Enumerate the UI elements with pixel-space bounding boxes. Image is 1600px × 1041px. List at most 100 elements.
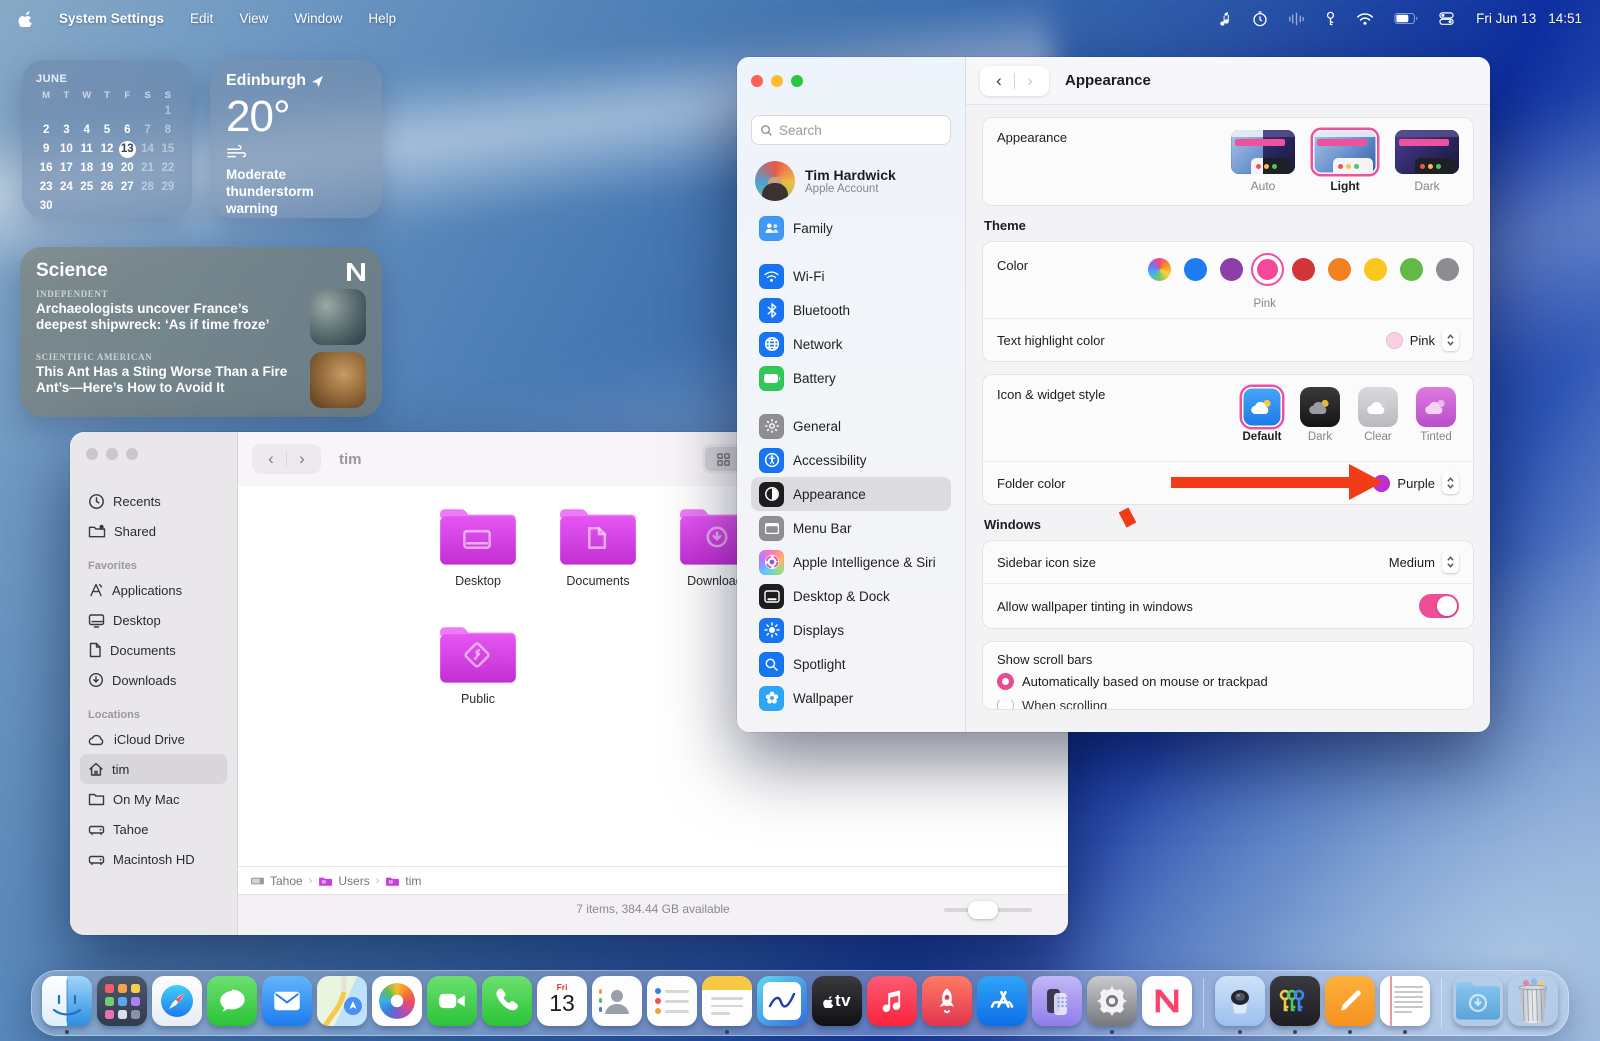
sidebar-item-applications[interactable]: Applications xyxy=(80,575,227,605)
settings-sidebar-item-appearance[interactable]: Appearance xyxy=(751,477,951,511)
appearance-option-auto[interactable]: Auto xyxy=(1231,130,1295,193)
theme-color-multicolor[interactable] xyxy=(1148,258,1171,281)
path-item-tim[interactable]: tim xyxy=(385,874,421,888)
dock-icon-phone[interactable] xyxy=(482,975,532,1031)
sidebar-item-recents[interactable]: Recents xyxy=(80,486,227,516)
menu-help[interactable]: Help xyxy=(368,11,396,26)
sidebar-item-tahoe[interactable]: Tahoe xyxy=(80,814,227,844)
settings-back-button[interactable]: ‹ xyxy=(984,71,1014,91)
dock-icon-iphone-mirroring[interactable] xyxy=(1032,975,1082,1031)
scrollbars-option-when-scrolling[interactable]: When scrolling xyxy=(983,700,1473,709)
dock-icon-settings[interactable] xyxy=(1087,975,1137,1031)
settings-sidebar-item-battery[interactable]: Battery xyxy=(751,361,951,395)
dock-icon-freeform[interactable] xyxy=(757,975,807,1031)
calendar-widget[interactable]: JUNE MTWTFSS1234567891011121314151617181… xyxy=(22,60,192,218)
wallpaper-tinting-toggle[interactable] xyxy=(1419,594,1459,618)
settings-sidebar-item-desktop-dock[interactable]: Desktop & Dock xyxy=(751,579,951,613)
theme-color-purple[interactable] xyxy=(1220,258,1243,281)
settings-sidebar-item-general[interactable]: General xyxy=(751,409,951,443)
finder-folder-public[interactable]: Public xyxy=(426,622,530,706)
menu-window[interactable]: Window xyxy=(294,11,342,26)
settings-sidebar-item-accessibility[interactable]: Accessibility xyxy=(751,443,951,477)
dock-icon-reminders[interactable] xyxy=(647,975,697,1031)
dock-icon-safari[interactable] xyxy=(152,975,202,1031)
sidebar-item-on-my-mac[interactable]: On My Mac xyxy=(80,784,227,814)
voice-menu-icon[interactable] xyxy=(1288,10,1305,28)
appearance-option-light[interactable]: Light xyxy=(1313,130,1377,193)
sidebar-item-downloads[interactable]: Downloads xyxy=(80,665,227,695)
dock-icon-launchpad[interactable] xyxy=(97,975,147,1031)
dock-icon-textedit[interactable] xyxy=(1380,975,1430,1031)
menu-time[interactable]: 14:51 xyxy=(1548,11,1582,26)
settings-sidebar-item-wi-fi[interactable]: Wi-Fi xyxy=(751,259,951,293)
scrollbars-option-auto[interactable]: Automatically based on mouse or trackpad xyxy=(983,671,1473,700)
menu-system-settings[interactable]: System Settings xyxy=(59,11,164,26)
icon-style-option-tinted[interactable]: Tinted xyxy=(1413,387,1459,443)
menu-view[interactable]: View xyxy=(239,11,268,26)
finder-folder-documents[interactable]: Documents xyxy=(546,504,650,588)
dock-icon-games[interactable] xyxy=(922,975,972,1031)
settings-sidebar-item-apple-intelligence-siri[interactable]: Apple Intelligence & Siri xyxy=(751,545,951,579)
icon-style-option-clear[interactable]: Clear xyxy=(1355,387,1401,443)
appearance-option-dark[interactable]: Dark xyxy=(1395,130,1459,193)
icon-size-slider[interactable] xyxy=(944,908,1032,912)
path-item-users[interactable]: Users xyxy=(318,874,369,888)
theme-color-orange[interactable] xyxy=(1328,258,1351,281)
highlight-color-control[interactable]: Pink xyxy=(1386,329,1459,351)
settings-traffic-lights[interactable] xyxy=(751,75,951,87)
music-menu-icon[interactable] xyxy=(1219,10,1232,28)
dock-icon-appstore[interactable] xyxy=(977,975,1027,1031)
theme-color-green[interactable] xyxy=(1400,258,1423,281)
dock-icon-trash[interactable] xyxy=(1508,975,1558,1031)
sidebar-item-macintosh-hd[interactable]: Macintosh HD xyxy=(80,844,227,874)
key-menu-icon[interactable] xyxy=(1325,10,1336,28)
settings-search-field[interactable]: Search xyxy=(751,115,951,145)
settings-sidebar-item-displays[interactable]: Displays xyxy=(751,613,951,647)
finder-back-button[interactable]: ‹ xyxy=(256,449,286,469)
dock-icon-contacts[interactable] xyxy=(592,975,642,1031)
sidebar-size-control[interactable]: Medium xyxy=(1389,551,1459,573)
dock-icon-music[interactable] xyxy=(867,975,917,1031)
dock-icon-mail[interactable] xyxy=(262,975,312,1031)
highlight-stepper[interactable] xyxy=(1442,329,1459,351)
sidebar-item-documents[interactable]: Documents xyxy=(80,635,227,665)
dock-icon-news[interactable] xyxy=(1142,975,1192,1031)
settings-sidebar-item-spotlight[interactable]: Spotlight xyxy=(751,647,951,681)
dock-icon-notes[interactable] xyxy=(702,975,752,1031)
theme-color-yellow[interactable] xyxy=(1364,258,1387,281)
news-story[interactable]: SCIENTIFIC AMERICAN This Ant Has a Sting… xyxy=(36,352,366,408)
news-story[interactable]: INDEPENDENT Archaeologists uncover Franc… xyxy=(36,289,366,345)
settings-sidebar-item-network[interactable]: Network xyxy=(751,327,951,361)
dock-icon-preview[interactable] xyxy=(1215,975,1265,1031)
view-grid-button[interactable] xyxy=(705,447,741,471)
finder-folder-desktop[interactable]: Desktop xyxy=(426,504,530,588)
settings-sidebar-item-bluetooth[interactable]: Bluetooth xyxy=(751,293,951,327)
weather-widget[interactable]: Edinburgh 20° Moderate thunderstorm warn… xyxy=(210,60,382,218)
finder-forward-button[interactable]: › xyxy=(287,449,317,469)
finder-traffic-lights[interactable] xyxy=(80,448,227,460)
dock-icon-finder[interactable] xyxy=(42,975,92,1031)
menu-date[interactable]: Fri Jun 13 xyxy=(1476,11,1536,26)
battery-menu-icon[interactable] xyxy=(1394,10,1419,28)
theme-color-gray[interactable] xyxy=(1436,258,1459,281)
news-widget[interactable]: Science INDEPENDENT Archaeologists uncov… xyxy=(20,247,382,417)
sidebar-item-tim[interactable]: tim xyxy=(80,754,227,784)
icon-style-option-dark[interactable]: Dark xyxy=(1297,387,1343,443)
dock-icon-pages[interactable] xyxy=(1325,975,1375,1031)
dock-icon-photos[interactable] xyxy=(372,975,422,1031)
sidebar-size-stepper[interactable] xyxy=(1442,551,1459,573)
sidebar-item-desktop[interactable]: Desktop xyxy=(80,605,227,635)
dock-icon-maps[interactable] xyxy=(317,975,367,1031)
path-item-tahoe[interactable]: Tahoe xyxy=(250,874,303,888)
menu-edit[interactable]: Edit xyxy=(190,11,213,26)
sidebar-item-icloud-drive[interactable]: iCloud Drive xyxy=(80,724,227,754)
settings-account-row[interactable]: Tim Hardwick Apple Account xyxy=(755,161,947,201)
dock-icon-facetime[interactable] xyxy=(427,975,477,1031)
dock-icon-appletv[interactable]: tv xyxy=(812,975,862,1031)
dock-icon-calendar[interactable]: Fri13 xyxy=(537,975,587,1031)
dock-icon-downloads-folder[interactable] xyxy=(1453,975,1503,1031)
control-center-menu-icon[interactable] xyxy=(1439,10,1454,28)
dock-icon-passwords[interactable] xyxy=(1270,975,1320,1031)
theme-color-pink[interactable]: Pink xyxy=(1256,258,1279,281)
sidebar-item-shared[interactable]: Shared xyxy=(80,516,227,546)
